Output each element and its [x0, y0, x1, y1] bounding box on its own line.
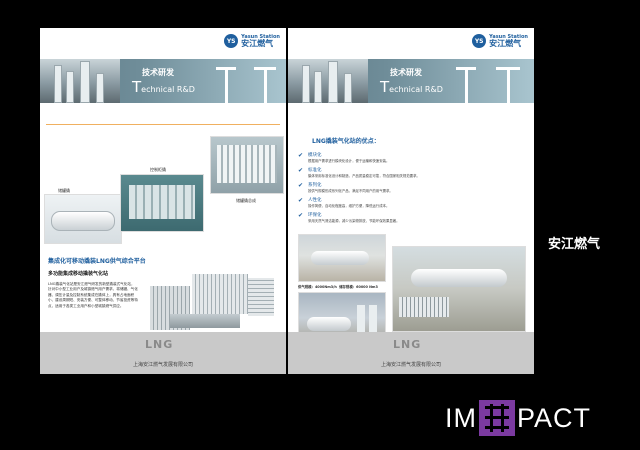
- t-shape-decor: [456, 67, 476, 103]
- brand-left-text: IM: [445, 402, 477, 433]
- company-name: 上海安江燃气发展有限公司: [132, 362, 193, 368]
- page-footer: LNG 上海安江燃气发展有限公司: [288, 332, 534, 374]
- banner-title-cn: 技术研发: [142, 68, 174, 77]
- logo-mark: YS: [472, 34, 487, 48]
- caption-storage-tank: 储罐撬: [58, 188, 70, 193]
- storage-tank-photo: [44, 194, 122, 244]
- checkmark-icon: ✔: [298, 197, 304, 204]
- vaporizer-photo: [210, 136, 284, 194]
- banner-title-en: Technical R&D: [380, 78, 443, 96]
- company-logo: YS Yasun Station 安江燃气: [224, 34, 280, 48]
- company-logo: YS Yasun Station 安江燃气: [472, 34, 528, 48]
- banner-title-en: Technical R&D: [132, 78, 195, 96]
- logo-chinese: 安江燃气: [489, 38, 522, 48]
- logo-mark: YS: [224, 34, 239, 48]
- company-name: 上海安江燃气发展有限公司: [380, 362, 441, 368]
- banner-title: 技术研发 Technical R&D: [132, 67, 195, 96]
- lng-logo: LNG: [393, 338, 422, 351]
- brand-right-text: PACT: [517, 402, 592, 433]
- station-photo-2: [392, 246, 526, 332]
- t-shape-decor: [496, 67, 520, 103]
- header-banner: 技术研发 Technical R&D: [288, 59, 534, 103]
- checkmark-icon: ✔: [298, 167, 304, 174]
- impact-brand-logo: IM PACT: [445, 400, 591, 436]
- brochure-page-right: YS Yasun Station 安江燃气 技术研发 Technical R&D…: [288, 28, 534, 374]
- plant-photo: [40, 59, 120, 103]
- divider: [46, 124, 280, 125]
- section-paragraph: LNG撬装气化站是安江燃气研发的新型撬装式气化站，针对中小型工业用户及城镇燃气用…: [48, 282, 138, 308]
- spec-1: 供气规模：4000Nm3/h 储存规模：60000 Nm3: [298, 285, 378, 289]
- station-photo-1: [298, 234, 386, 282]
- section-title: 集成化可移动撬装LNG供气综合平台: [48, 258, 146, 265]
- page-footer: LNG 上海安江燃气发展有限公司: [40, 332, 286, 374]
- header-banner: 技术研发 Technical R&D: [40, 59, 286, 103]
- banner-title-cn: 技术研发: [390, 68, 422, 77]
- lng-logo: LNG: [145, 338, 174, 351]
- t-shape-decor: [254, 67, 276, 103]
- plant-photo: [288, 59, 368, 103]
- caption-control-cabinet: 控制柜撬: [150, 167, 166, 172]
- section-subtitle: 多功能集成移动撬装气化站: [48, 271, 109, 277]
- side-company-label: 安江燃气: [548, 237, 601, 252]
- t-shape-decor: [216, 67, 236, 103]
- logo-chinese: 安江燃气: [241, 38, 274, 48]
- brochure-page-left: YS Yasun Station 安江燃气 技术研发 Technical R&D…: [40, 28, 286, 374]
- checkmark-icon: ✔: [298, 212, 304, 219]
- checkmark-icon: ✔: [298, 182, 304, 189]
- impact-mark-icon: [479, 400, 515, 436]
- caption-vaporizer: 储罐撬总成: [236, 198, 256, 203]
- control-cabinet-photo: [120, 174, 204, 232]
- checkmark-icon: ✔: [298, 152, 304, 159]
- station-diagram: [140, 268, 282, 338]
- advantages-title: LNG撬装气化站的优点：: [312, 138, 380, 145]
- banner-title: 技术研发 Technical R&D: [380, 67, 443, 96]
